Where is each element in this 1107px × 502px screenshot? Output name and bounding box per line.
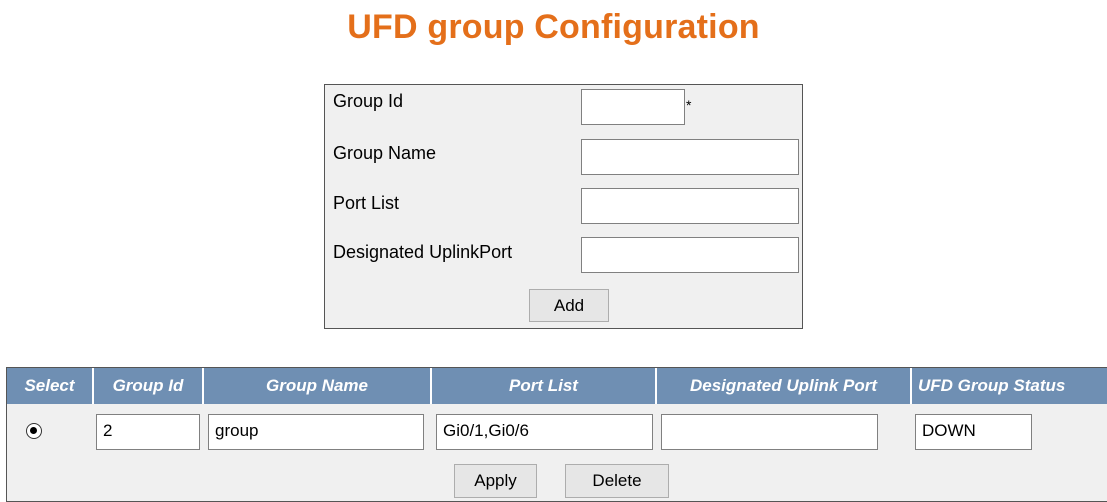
row-status-field[interactable]: DOWN	[915, 414, 1032, 450]
group-name-input[interactable]	[581, 139, 799, 175]
table-header: Select Group Id Group Name Port List Des…	[7, 368, 1107, 404]
header-port-list: Port List	[432, 368, 657, 404]
add-button[interactable]: Add	[529, 289, 609, 322]
row-select-radio[interactable]	[26, 423, 42, 439]
delete-button[interactable]: Delete	[565, 464, 669, 498]
row-group-id-input[interactable]: 2	[96, 414, 200, 450]
port-list-input[interactable]	[581, 188, 799, 224]
header-group-name: Group Name	[204, 368, 432, 404]
designated-uplink-input[interactable]	[581, 237, 799, 273]
row-group-name-input[interactable]: group	[208, 414, 424, 450]
required-marker: *	[686, 97, 692, 113]
row-port-list-input[interactable]: Gi0/1,Gi0/6	[436, 414, 653, 450]
ufd-group-table: Select Group Id Group Name Port List Des…	[6, 367, 1107, 502]
group-id-input[interactable]	[581, 89, 685, 125]
header-ufd-group-status: UFD Group Status	[918, 376, 1066, 395]
apply-button[interactable]: Apply	[454, 464, 537, 498]
port-list-label: Port List	[333, 193, 400, 213]
row-uplink-port-input[interactable]	[661, 414, 878, 450]
group-name-label: Group Name	[333, 143, 437, 163]
designated-uplink-label: Designated UplinkPort	[333, 242, 513, 262]
group-config-form: Group Id * Group Name Port List Designat…	[324, 84, 803, 329]
header-select: Select	[7, 368, 94, 404]
header-group-id: Group Id	[94, 368, 204, 404]
header-designated-uplink-port: Designated Uplink Port	[657, 368, 912, 404]
group-id-label: Group Id	[333, 91, 404, 111]
page-title: UFD group Configuration	[347, 8, 760, 46]
